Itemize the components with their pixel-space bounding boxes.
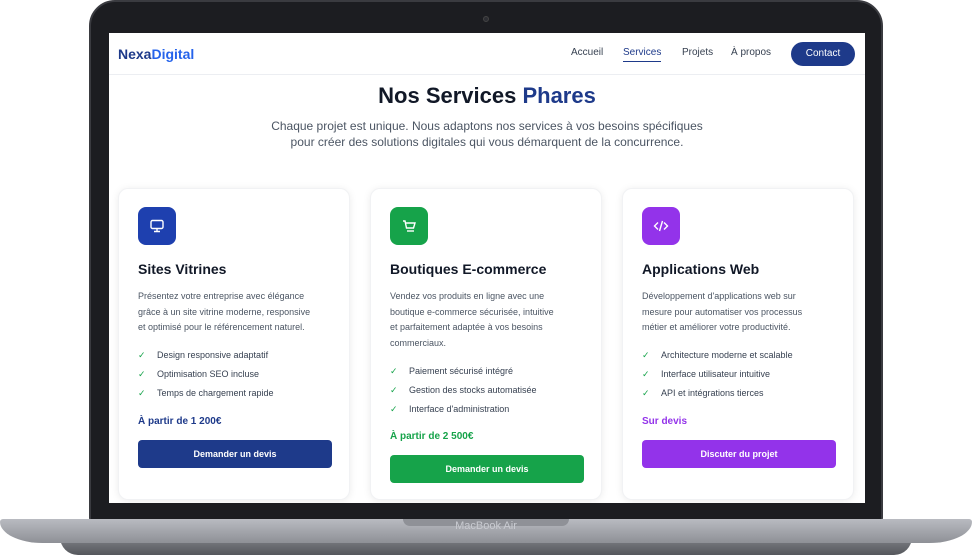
card-title: Sites Vitrines: [138, 261, 227, 277]
card-price: À partir de 1 200€: [138, 416, 222, 427]
screen: NexaDigital Accueil Services Projets À p…: [109, 33, 865, 503]
feature-item: ✓ Paiement sécurisé intégré: [390, 366, 514, 376]
card-description: Présentez votre entreprise avec élégance…: [138, 291, 311, 332]
check-icon: ✓: [138, 350, 146, 360]
feature-item: ✓ API et intégrations tierces: [642, 388, 764, 398]
device-label: MacBook Air: [455, 520, 517, 532]
request-quote-button[interactable]: Demander un devis: [390, 455, 584, 483]
logo[interactable]: NexaDigital: [118, 46, 194, 62]
check-icon: ✓: [138, 369, 146, 379]
request-quote-button[interactable]: Demander un devis: [138, 440, 332, 468]
page-subtitle: Chaque projet est unique. Nous adaptons …: [271, 119, 703, 149]
nav-item-accueil[interactable]: Accueil: [571, 47, 603, 58]
cart-icon: [390, 207, 428, 245]
feature-item: ✓ Optimisation SEO incluse: [138, 369, 260, 379]
camera-icon: [483, 16, 489, 22]
feature-item: ✓ Architecture moderne et scalable: [642, 350, 793, 360]
feature-item: ✓ Interface d'administration: [390, 404, 510, 414]
check-icon: ✓: [642, 388, 650, 398]
feature-item: ✓ Gestion des stocks automatisée: [390, 385, 537, 395]
code-icon: [642, 207, 680, 245]
monitor-icon: [138, 207, 176, 245]
card-description: Vendez vos produits en ligne avec une bou…: [390, 291, 554, 348]
feature-item: ✓ Temps de chargement rapide: [138, 388, 274, 398]
navbar: NexaDigital Accueil Services Projets À p…: [109, 33, 865, 75]
feature-item: ✓ Interface utilisateur intuitive: [642, 369, 771, 379]
card-title: Applications Web: [642, 261, 760, 277]
nav-item-services[interactable]: Services: [623, 47, 662, 62]
nav-item-a-propos[interactable]: À propos: [731, 47, 771, 58]
check-icon: ✓: [642, 350, 650, 360]
service-card-sites-vitrines: Sites Vitrines Présentez votre entrepris…: [118, 188, 350, 500]
check-icon: ✓: [138, 388, 146, 398]
card-price: Sur devis: [642, 416, 688, 427]
card-title: Boutiques E-commerce: [390, 261, 547, 277]
card-price: À partir de 2 500€: [390, 431, 474, 442]
feature-list: ✓ Architecture moderne et scalable ✓ Inter…: [642, 349, 793, 406]
service-card-applications-web: Applications Web Développement d'applica…: [622, 188, 854, 500]
card-description: Développement d'applications web sur mesu…: [642, 291, 803, 332]
feature-list: ✓ Paiement sécurisé intégré ✓ Gestion des …: [390, 365, 537, 422]
discuss-project-button[interactable]: Discuter du projet: [642, 440, 836, 468]
check-icon: ✓: [390, 404, 398, 414]
feature-item: ✓ Design responsive adaptatif: [138, 350, 269, 360]
nav-item-projets[interactable]: Projets: [682, 47, 713, 58]
laptop-mockup: MacBook Air NexaDigital Accueil Services…: [0, 0, 972, 558]
page-title: Nos Services Phares: [378, 83, 596, 108]
feature-list: ✓ Design responsive adaptatif ✓ Optimisati…: [138, 349, 274, 406]
check-icon: ✓: [390, 366, 398, 376]
check-icon: ✓: [642, 369, 650, 379]
check-icon: ✓: [390, 385, 398, 395]
contact-button[interactable]: Contact: [791, 42, 855, 66]
service-card-ecommerce: Boutiques E-commerce Vendez vos produits…: [370, 188, 602, 500]
